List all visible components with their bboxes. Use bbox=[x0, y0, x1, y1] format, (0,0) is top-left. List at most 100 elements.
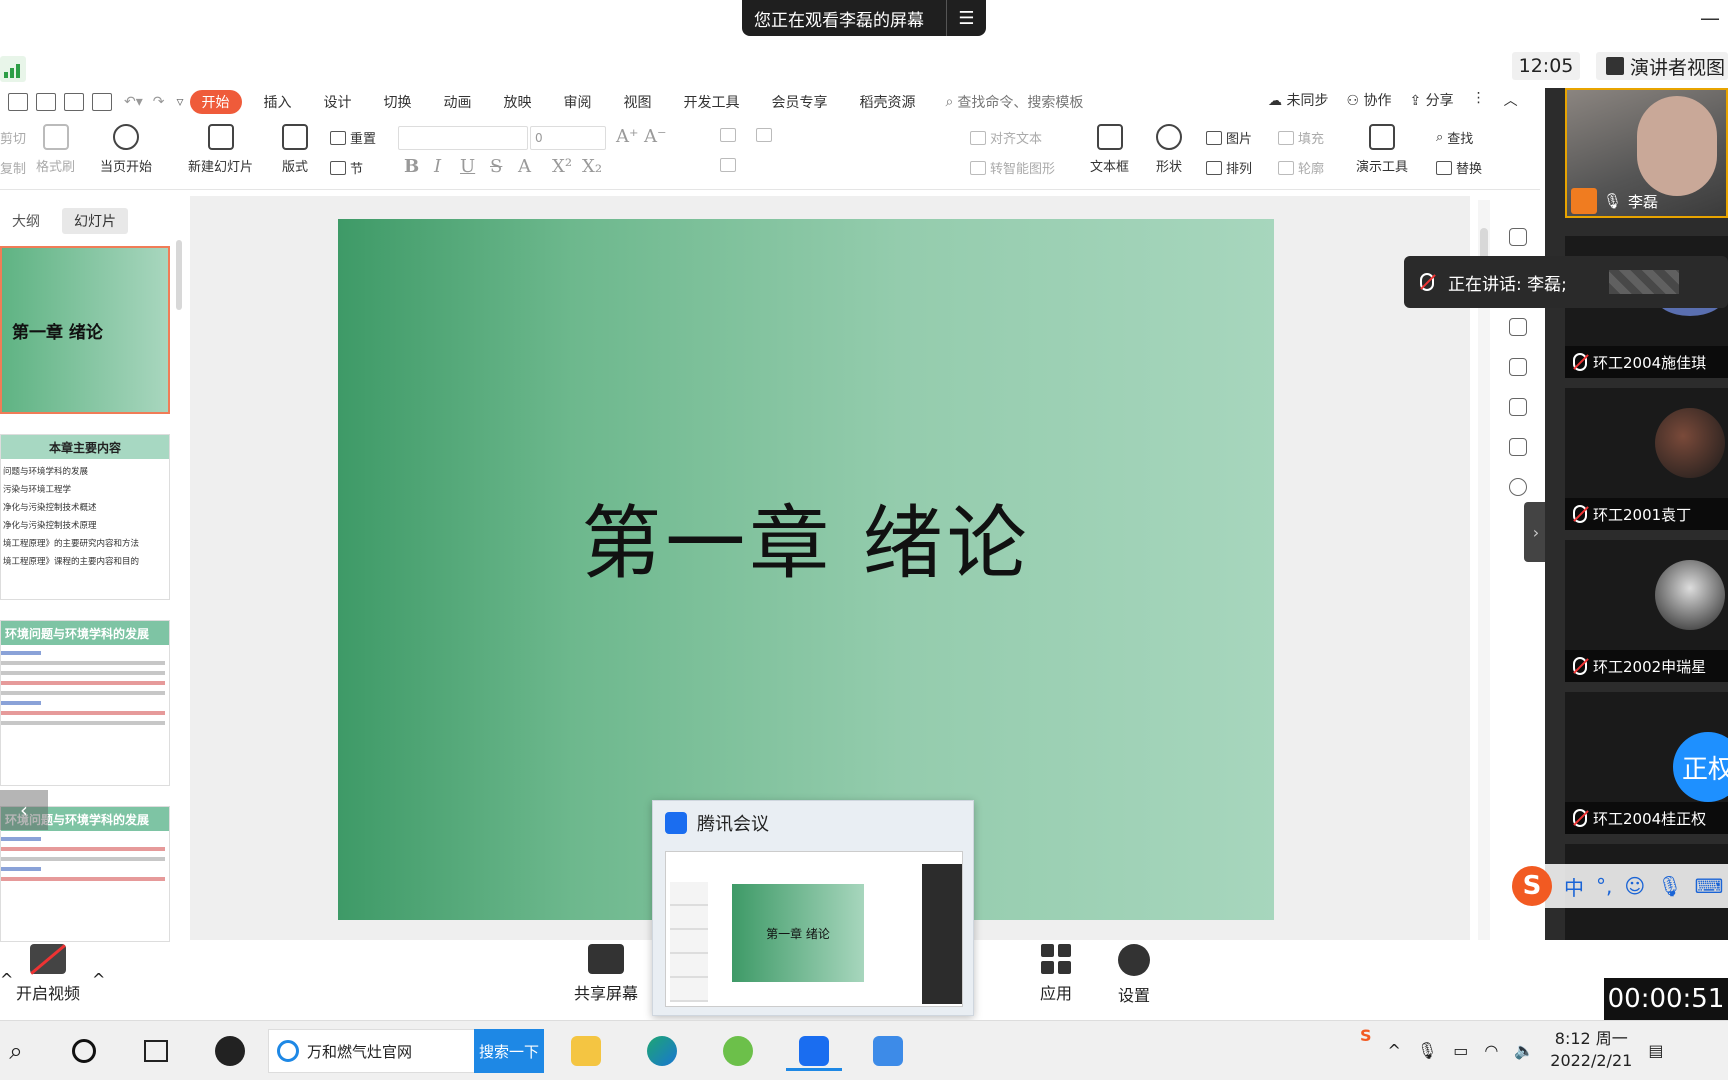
find-button[interactable]: ⌕ 查找 bbox=[1436, 128, 1473, 147]
notification-icon[interactable]: ▤ bbox=[1648, 1041, 1663, 1060]
fill-button[interactable]: 填充 bbox=[1278, 128, 1324, 147]
star-icon[interactable] bbox=[1509, 318, 1527, 336]
section-button[interactable]: 节 bbox=[330, 158, 363, 177]
taskbar-preview-popup[interactable]: 腾讯会议 第一章 绪论 bbox=[652, 800, 974, 1016]
browser-search-button[interactable]: 搜索一下 bbox=[474, 1029, 544, 1073]
more-icon[interactable]: ⋮ bbox=[1472, 90, 1486, 110]
participant-tile[interactable]: 环工2002申瑞星 bbox=[1565, 540, 1728, 682]
italic-icon[interactable]: I bbox=[434, 156, 441, 177]
location-icon[interactable] bbox=[1509, 438, 1527, 456]
bullets-icon[interactable] bbox=[720, 128, 736, 142]
collab-button[interactable]: ⚇ 协作 bbox=[1346, 90, 1391, 110]
tab-view[interactable]: 视图 bbox=[608, 90, 668, 114]
arrange-button[interactable]: 排列 bbox=[1206, 158, 1252, 177]
copy-button[interactable]: 复制 bbox=[0, 158, 26, 177]
list-icon[interactable]: ☰ bbox=[946, 0, 986, 36]
shapes-button[interactable]: 形状 bbox=[1156, 124, 1182, 175]
font-size-select[interactable]: 0 bbox=[530, 126, 606, 150]
tab-slideshow[interactable]: 放映 bbox=[488, 90, 548, 114]
chevron-up-icon[interactable]: ^ bbox=[92, 970, 105, 989]
sync-button[interactable]: ☁ 未同步 bbox=[1268, 90, 1328, 110]
sogou-icon[interactable]: S bbox=[1512, 866, 1552, 906]
share-button[interactable]: ⇪ 分享 bbox=[1409, 90, 1453, 110]
tab-slides[interactable]: 幻灯片 bbox=[62, 208, 128, 234]
preview-icon[interactable] bbox=[92, 93, 112, 111]
settings-button[interactable]: 设置 bbox=[1118, 944, 1150, 1006]
outline-button[interactable]: 轮廓 bbox=[1278, 158, 1324, 177]
slide-title[interactable]: 第一章 绪论 bbox=[581, 479, 1030, 595]
tab-start[interactable]: 开始 bbox=[189, 90, 242, 114]
picture-button[interactable]: 图片 bbox=[1206, 128, 1252, 147]
help-icon[interactable] bbox=[1509, 478, 1527, 496]
ime-lang[interactable]: 中 bbox=[1564, 872, 1584, 901]
system-clock[interactable]: 8:12 周一 2022/2/21 bbox=[1550, 1028, 1632, 1072]
video-app-icon[interactable] bbox=[868, 1031, 908, 1071]
save-icon[interactable] bbox=[8, 93, 28, 111]
subscript-icon[interactable]: X₂ bbox=[582, 156, 602, 177]
command-search[interactable]: ⌕ 查找命令、搜索模板 bbox=[946, 92, 1084, 112]
tab-design[interactable]: 设计 bbox=[308, 90, 368, 114]
strikethrough-icon[interactable]: S bbox=[490, 156, 502, 177]
chevron-left-icon[interactable]: ‹ bbox=[0, 790, 48, 830]
underline-icon[interactable]: U bbox=[460, 156, 475, 177]
browser-search-box[interactable]: 万和燃气灶官网 bbox=[268, 1029, 478, 1073]
slide-thumbnail-3[interactable]: 环境问题与环境学科的发展 bbox=[0, 620, 170, 786]
volume-icon[interactable]: 🔈 bbox=[1514, 1041, 1534, 1060]
reset-button[interactable]: 重置 bbox=[330, 128, 376, 147]
keyboard-icon[interactable]: ⌨ bbox=[1695, 874, 1724, 898]
participant-tile[interactable]: 环工2001袁丁 bbox=[1565, 388, 1728, 530]
format-painter-button[interactable]: 格式刷 bbox=[36, 124, 75, 175]
chevron-down-icon[interactable]: ▿ bbox=[177, 94, 184, 110]
tab-transition[interactable]: 切换 bbox=[368, 90, 428, 114]
task-view-icon[interactable] bbox=[136, 1031, 176, 1071]
cut-button[interactable]: 剪切 bbox=[0, 128, 26, 147]
font-name-select[interactable] bbox=[398, 126, 528, 150]
slide-thumbnail-2[interactable]: 本章主要内容 问题与环境学科的发展 污染与环境工程学 净化与污染控制技术概述 净… bbox=[0, 434, 170, 600]
numbering-icon[interactable] bbox=[756, 128, 772, 142]
mic-icon[interactable]: 🎙 bbox=[1417, 1041, 1437, 1060]
increase-font-icon[interactable]: A⁺ bbox=[616, 126, 639, 147]
animation-icon[interactable] bbox=[1509, 398, 1527, 416]
app-icon[interactable] bbox=[210, 1031, 250, 1071]
voice-icon[interactable]: 🎙 bbox=[1657, 874, 1682, 898]
slide-thumbnail-1[interactable]: 第一章 绪论 bbox=[0, 246, 170, 414]
cortana-icon[interactable] bbox=[64, 1031, 104, 1071]
edge-icon[interactable] bbox=[642, 1031, 682, 1071]
tab-insert[interactable]: 插入 bbox=[248, 90, 308, 114]
tencent-meeting-icon[interactable] bbox=[786, 1031, 842, 1071]
wifi-icon[interactable]: ◠ bbox=[1484, 1041, 1498, 1060]
layout-button[interactable]: 版式 bbox=[282, 124, 308, 175]
superscript-icon[interactable]: X² bbox=[552, 156, 572, 177]
speaker-view-button[interactable]: 演讲者视图 bbox=[1596, 52, 1728, 80]
textbox-button[interactable]: 文本框 bbox=[1090, 124, 1129, 175]
minimize-icon[interactable]: — bbox=[1700, 6, 1720, 30]
presentation-tools-button[interactable]: 演示工具 bbox=[1356, 124, 1408, 175]
font-color-icon[interactable]: A bbox=[518, 156, 531, 177]
smartart-button[interactable]: 转智能图形 bbox=[970, 158, 1055, 177]
sogou-tray-icon[interactable]: S bbox=[1360, 1026, 1372, 1045]
punctuation-icon[interactable]: °, bbox=[1596, 874, 1612, 898]
rocket-icon[interactable] bbox=[1509, 228, 1527, 246]
host-video-tile[interactable]: 🎙 李磊 bbox=[1565, 88, 1728, 218]
emoji-icon[interactable]: ☺ bbox=[1624, 874, 1645, 898]
export-icon[interactable] bbox=[36, 93, 56, 111]
participant-tile[interactable]: 正权 环工2004桂正权 bbox=[1565, 692, 1728, 834]
search-icon[interactable]: ⌕ bbox=[0, 1031, 36, 1071]
new-slide-button[interactable]: 新建幻灯片 bbox=[188, 124, 253, 175]
redo-icon[interactable]: ↷ bbox=[153, 94, 165, 110]
window-preview[interactable]: 第一章 绪论 bbox=[665, 851, 963, 1007]
transition-icon[interactable] bbox=[1509, 358, 1527, 376]
folder-icon[interactable] bbox=[566, 1031, 606, 1071]
tab-developer[interactable]: 开发工具 bbox=[668, 90, 756, 114]
chevron-up-icon[interactable]: ^ bbox=[1388, 1041, 1401, 1060]
align-left-icon[interactable] bbox=[720, 158, 736, 172]
chevron-up-icon[interactable]: ^ bbox=[0, 970, 13, 989]
bold-icon[interactable]: B bbox=[404, 156, 419, 177]
start-video-button[interactable]: 开启视频 bbox=[16, 944, 80, 1004]
tab-review[interactable]: 审阅 bbox=[548, 90, 608, 114]
canvas-scrollbar[interactable] bbox=[1478, 200, 1490, 940]
apps-button[interactable]: 应用 bbox=[1040, 944, 1072, 1004]
undo-icon[interactable]: ↶▾ bbox=[124, 94, 143, 110]
replace-button[interactable]: 替换 bbox=[1436, 158, 1482, 177]
tab-docer[interactable]: 稻壳资源 bbox=[844, 90, 932, 114]
